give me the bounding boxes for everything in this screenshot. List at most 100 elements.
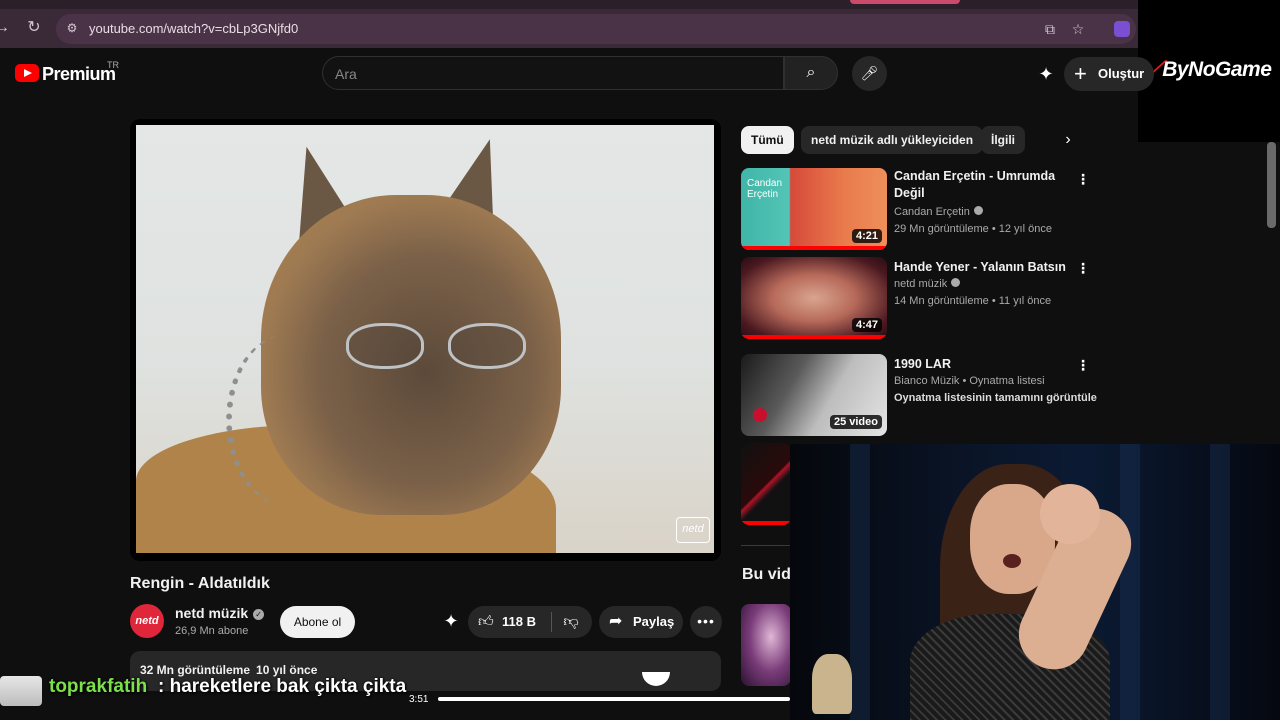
more-vertical-icon[interactable]: ⋮ [1076,356,1090,374]
chip-from-uploader[interactable]: netd müzik adlı yükleyiciden [801,126,984,154]
recommendation-item[interactable] [741,604,791,686]
thumbs-up-icon: 👍︎ [478,613,494,630]
curtain-fold [1210,444,1230,720]
reload-icon[interactable]: ↻ [24,18,44,38]
recommendation-item[interactable]: Candan Erçetin 4:21 Candan Erçetin - Umr… [741,168,1101,250]
webcam-overlay [790,444,1280,720]
more-vertical-icon[interactable]: ⋮ [1076,170,1090,188]
video-thumbnail[interactable]: Candan Erçetin 4:21 [741,168,887,250]
search-box[interactable] [322,56,784,90]
recommendation-meta: 14 Mn görüntüleme • 11 yıl önce [894,295,1052,307]
streamer-pointing-hand [1040,484,1100,544]
section-divider [741,545,791,546]
like-dislike-group: 👍︎ 118 B 👎︎ [468,606,592,638]
ai-sparkle-icon[interactable]: ✦ [1034,62,1058,86]
bynogame-logo: ⟋ByNoGame [1148,58,1272,81]
upload-age: 10 yıl önce [256,663,318,677]
recommendation-title[interactable]: Candan Erçetin - Umrumda Değil [894,168,1069,202]
video-duration: 4:21 [851,229,882,243]
dog-collar [226,335,346,505]
url-text[interactable]: youtube.com/watch?v=cbLp3GNjfd0 [89,21,298,36]
like-divider [551,612,552,632]
dog-glasses [346,323,536,373]
watch-progress-bar [741,521,791,525]
voice-search-button[interactable]: 🎤︎ [852,56,887,91]
bookmark-star-icon[interactable]: ☆ [1069,20,1087,38]
playlist-title[interactable]: 1990 LAR [894,356,1069,373]
recommendation-meta: 29 Mn görüntüleme • 12 yıl önce [894,223,1052,235]
video-thumbnail[interactable]: 4:47 [741,257,887,339]
site-settings-icon[interactable]: ⚙ [64,20,80,36]
watch-progress-bar [741,246,887,250]
forward-icon[interactable]: → [0,18,12,38]
search-icon: ⌕ [806,64,816,81]
more-horizontal-icon: ••• [697,613,715,629]
chat-user-avatar [0,676,42,706]
youtube-logo-icon[interactable] [15,64,39,82]
description-meta: 32 Mn görüntüleme 10 yıl önce [140,663,323,677]
playback-time: 3:51 [409,694,429,705]
more-vertical-icon[interactable]: ⋮ [1076,259,1090,277]
video-duration: 4:47 [851,318,882,332]
video-thumbnail[interactable] [741,443,791,525]
chat-message: : hareketlere bak çikta çikta [158,676,407,697]
subscribe-button[interactable]: Abone ol [280,606,355,638]
playlist-logo-icon [753,408,767,422]
curtain-fold [1120,444,1140,720]
ask-sparkle-icon[interactable]: ✦ [440,610,462,632]
address-bar[interactable]: ⚙ youtube.com/watch?v=cbLp3GNjfd0 ⧉ ☆ [56,14,1136,44]
page-scrollbar[interactable] [1267,142,1276,228]
video-player[interactable]: netd [130,119,721,561]
chip-related[interactable]: İlgili [981,126,1025,154]
video-frame[interactable]: netd [136,125,714,553]
video-thumbnail[interactable] [741,604,791,686]
watch-progress-bar [741,335,887,339]
channel-name[interactable]: netd müzik ✓ [175,605,265,621]
extension-icon[interactable] [1114,21,1130,37]
channel-avatar[interactable]: netd [130,604,164,638]
progress-track[interactable] [438,697,790,701]
recommendation-title[interactable]: Hande Yener - Yalanın Batsın [894,259,1069,276]
create-button[interactable]: + Oluştur [1064,57,1154,91]
verified-icon: ✓ [253,609,265,620]
browser-toolbar: → ↻ ⚙ youtube.com/watch?v=cbLp3GNjfd0 ⧉ … [0,0,1138,48]
chip-all[interactable]: Tümü [741,126,794,154]
chat-username: toprakfatih [49,676,148,697]
chevron-right-icon[interactable]: › [1056,128,1080,152]
streamer-mouth [1003,554,1021,568]
netd-watermark: netd [676,517,710,543]
recommendation-item[interactable] [741,443,791,525]
subscriber-count: 26,9 Mn abone [175,625,249,637]
video-title: Rengin - Aldatıldık [130,575,270,592]
verified-icon [973,206,983,215]
tab-strip [0,0,1138,9]
playlist-item[interactable]: 25 video 1990 LAR Bianco Müzik • Oynatma… [741,354,1101,436]
like-button[interactable]: 👍︎ 118 B [468,606,548,638]
share-arrow-icon: ➦ [609,613,623,630]
recommendation-item[interactable]: 4:47 Hande Yener - Yalanın Batsın netd m… [741,257,1101,339]
dislike-button[interactable]: 👎︎ [556,606,586,638]
playlist-owner[interactable]: Bianco Müzik • Oynatma listesi [894,375,1045,387]
verified-icon [951,278,961,287]
glasses-lens-right [448,323,526,369]
youtube-premium-label[interactable]: Premium [42,64,116,85]
curtain-fold [850,444,870,720]
search-input[interactable] [335,65,765,83]
section-title: Bu vid [742,566,791,583]
flower-vase [812,654,852,714]
playlist-thumbnail[interactable]: 25 video [741,354,887,436]
view-count: 32 Mn görüntüleme [140,663,251,677]
view-full-playlist-link[interactable]: Oynatma listesinin tamamını görüntüle [894,392,1097,404]
recommendation-channel[interactable]: Candan Erçetin [894,206,983,218]
more-actions-button[interactable]: ••• [690,606,722,638]
active-tab-indicator[interactable] [850,0,960,4]
glasses-lens-left [346,323,424,369]
install-app-icon[interactable]: ⧉ [1041,20,1059,38]
share-button[interactable]: ➦ Paylaş [599,606,683,638]
thumbnail-text: Candan Erçetin [747,178,783,200]
brand-overlay: ⟋ByNoGame [1138,0,1280,142]
search-button[interactable]: ⌕ [784,56,838,90]
thumbs-down-icon: 👎︎ [563,613,579,630]
playlist-count: 25 video [829,415,882,429]
recommendation-channel[interactable]: netd müzik [894,278,961,290]
